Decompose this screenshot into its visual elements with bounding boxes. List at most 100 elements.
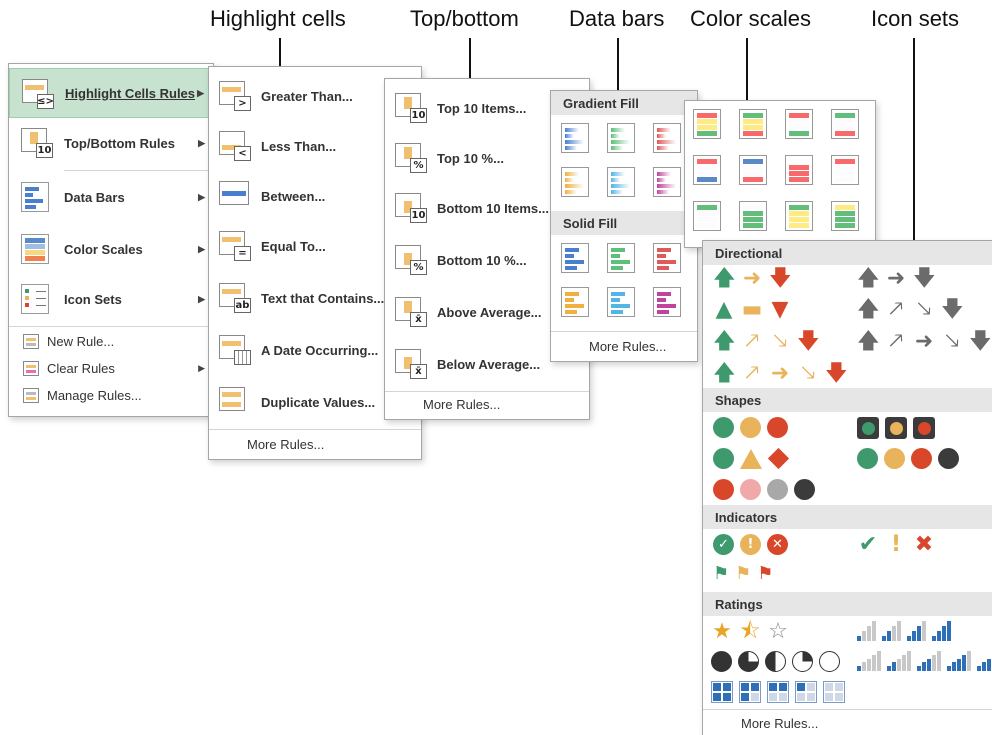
check-icon: ✔ (858, 532, 878, 557)
gradient-data-bar-thumb[interactable] (561, 123, 589, 153)
icon-set-3-arrows-colored[interactable]: 🡅 ➜ 🡇 (713, 266, 792, 291)
color-scale-thumb[interactable] (739, 109, 767, 139)
menu-item-label: Clear Rules (47, 361, 115, 376)
quarter-box-icon (767, 681, 789, 703)
signal-bars-icon (977, 651, 992, 671)
solid-data-bar-thumb[interactable] (653, 243, 681, 273)
icon-set-red-to-black[interactable] (713, 479, 815, 500)
arrow-right-icon: ➜ (770, 361, 790, 386)
signal-bars-icon (932, 621, 951, 641)
menu-item-label: Top 10 Items... (437, 100, 527, 116)
icon-set-3-traffic-lights[interactable] (713, 417, 788, 438)
icon-set-4-arrows-gray[interactable]: 🡅 🡕 🡖 🡇 (857, 299, 964, 321)
menu-item-label: Equal To... (261, 238, 326, 254)
clear-rules-icon (23, 361, 39, 376)
menu-item-manage-rules[interactable]: Manage Rules... (9, 383, 211, 408)
color-scale-thumb[interactable] (785, 201, 813, 231)
gradient-data-bar-thumb[interactable] (607, 123, 635, 153)
color-scale-thumb[interactable] (693, 109, 721, 139)
solid-data-bar-thumb[interactable] (653, 287, 681, 317)
amber-flag-icon: ⚑ (735, 563, 752, 584)
gradient-data-bar-thumb[interactable] (653, 167, 681, 197)
menu-item-icon-sets[interactable]: Icon Sets ▶ (9, 274, 211, 324)
menu-item-label: Text that Contains... (261, 290, 385, 306)
equal-to-icon: = (219, 231, 251, 261)
solid-data-bar-thumb[interactable] (607, 287, 635, 317)
amber-triangle-icon (740, 448, 762, 469)
icon-set-5-arrows-colored[interactable]: 🡅 🡕 ➜ 🡖 🡇 (713, 361, 848, 386)
three-quarter-circle-icon (738, 651, 759, 672)
menu-item-top-bottom-rules[interactable]: 10 Top/Bottom Rules ▶ (9, 118, 211, 168)
icon-set-3-flags[interactable]: ⚑ ⚑ ⚑ (713, 563, 773, 584)
icon-set-4-ratings[interactable] (857, 621, 951, 641)
submenu-arrow-icon: ▶ (198, 243, 205, 254)
menu-item-new-rule[interactable]: New Rule... (9, 329, 211, 354)
icon-set-3-symbols-circled[interactable]: ✓ ! ✕ (713, 534, 788, 555)
icon-set-4-arrows-colored[interactable]: 🡅 🡕 🡖 🡇 (713, 329, 820, 354)
gradient-data-bar-thumb[interactable] (561, 167, 589, 197)
icon-set-3-traffic-lights-rimmed[interactable] (857, 417, 935, 439)
icon-set-3-triangles[interactable]: ▲ ▬ ▼ (713, 299, 791, 321)
submenu-arrow-icon: ▶ (197, 87, 204, 98)
quarter-box-icon (823, 681, 845, 703)
icon-set-3-symbols[interactable]: ✔ ! ✖ (857, 534, 935, 556)
icon-set-5-ratings[interactable] (857, 651, 992, 671)
color-scale-thumb[interactable] (831, 201, 859, 231)
full-circle-icon (711, 651, 732, 672)
menu-item-label: Data Bars (64, 189, 125, 205)
icon-set-5-boxes[interactable] (711, 681, 845, 703)
callout-icon-sets: Icon sets (871, 6, 960, 31)
top-10-percent-icon: % (395, 143, 427, 173)
color-scale-thumb[interactable] (693, 155, 721, 185)
icon-set-5-quarters[interactable] (711, 651, 840, 672)
color-scale-thumb[interactable] (739, 155, 767, 185)
menu-item-clear-rules[interactable]: Clear Rules ▶ (9, 356, 211, 381)
submenu-arrow-icon: ▶ (198, 137, 205, 148)
color-scale-thumb[interactable] (739, 201, 767, 231)
color-scale-thumb[interactable] (785, 155, 813, 185)
arrow-up-right-icon: 🡕 (744, 361, 760, 386)
arrow-up-icon: 🡅 (713, 266, 736, 291)
red-circle-icon (911, 448, 932, 469)
full-star-icon: ★ (712, 619, 732, 644)
solid-data-bar-thumb[interactable] (561, 243, 589, 273)
menu-item-label: Icon Sets (64, 291, 122, 307)
top-10-items-icon: 10 (395, 93, 427, 123)
arrow-down-icon: 🡇 (913, 266, 936, 291)
more-rules-link[interactable]: More Rules... (247, 437, 324, 452)
gradient-data-bar-thumb[interactable] (653, 123, 681, 153)
color-scale-thumb[interactable] (785, 109, 813, 139)
more-rules-link[interactable]: More Rules... (741, 716, 818, 731)
more-rules-link[interactable]: More Rules... (423, 397, 500, 412)
arrow-up-right-icon: 🡕 (744, 329, 760, 354)
menu-item-color-scales[interactable]: Color Scales ▶ (9, 224, 211, 274)
signal-bars-icon (857, 651, 881, 671)
color-scale-thumb[interactable] (693, 201, 721, 231)
icon-set-5-arrows-gray[interactable]: 🡅 🡕 ➜ 🡖 🡇 (857, 331, 992, 353)
icon-set-3-stars[interactable]: ★ ⯪ ☆ (711, 621, 789, 643)
half-star-icon: ⯪ (739, 619, 761, 644)
below-average-icon: x̄ (395, 349, 427, 379)
color-scale-thumb[interactable] (831, 155, 859, 185)
gradient-data-bar-thumb[interactable] (607, 167, 635, 197)
icon-set-3-signs[interactable] (713, 447, 790, 470)
menu-item-label: Top/Bottom Rules (64, 135, 175, 151)
triangle-up-icon: ▲ (715, 297, 733, 322)
more-rules-link[interactable]: More Rules... (589, 339, 666, 354)
menu-item-label: Less Than... (261, 138, 337, 154)
icon-set-3-arrows-gray[interactable]: 🡅 ➜ 🡇 (857, 266, 936, 291)
menu-item-label: Top 10 %... (437, 150, 504, 166)
top-bottom-icon: 10 (21, 128, 53, 158)
icon-sets-submenu: Directional 🡅 ➜ 🡇 🡅 ➜ 🡇 ▲ ▬ ▼ 🡅 🡕 🡖 🡇 🡅 … (702, 240, 992, 735)
color-scale-thumb[interactable] (831, 109, 859, 139)
solid-data-bar-thumb[interactable] (607, 243, 635, 273)
menu-item-data-bars[interactable]: Data Bars ▶ (9, 172, 211, 222)
menu-separator (64, 170, 209, 171)
signal-bars-icon (857, 621, 876, 641)
menu-item-highlight-cells-rules[interactable]: ≤> Highlight Cells Rules ▶ (9, 68, 211, 118)
new-rule-icon (23, 334, 39, 349)
solid-data-bar-thumb[interactable] (561, 287, 589, 317)
green-circle-icon (857, 448, 878, 469)
menu-item-label: New Rule... (47, 334, 115, 349)
icon-set-4-traffic-lights[interactable] (857, 448, 959, 469)
